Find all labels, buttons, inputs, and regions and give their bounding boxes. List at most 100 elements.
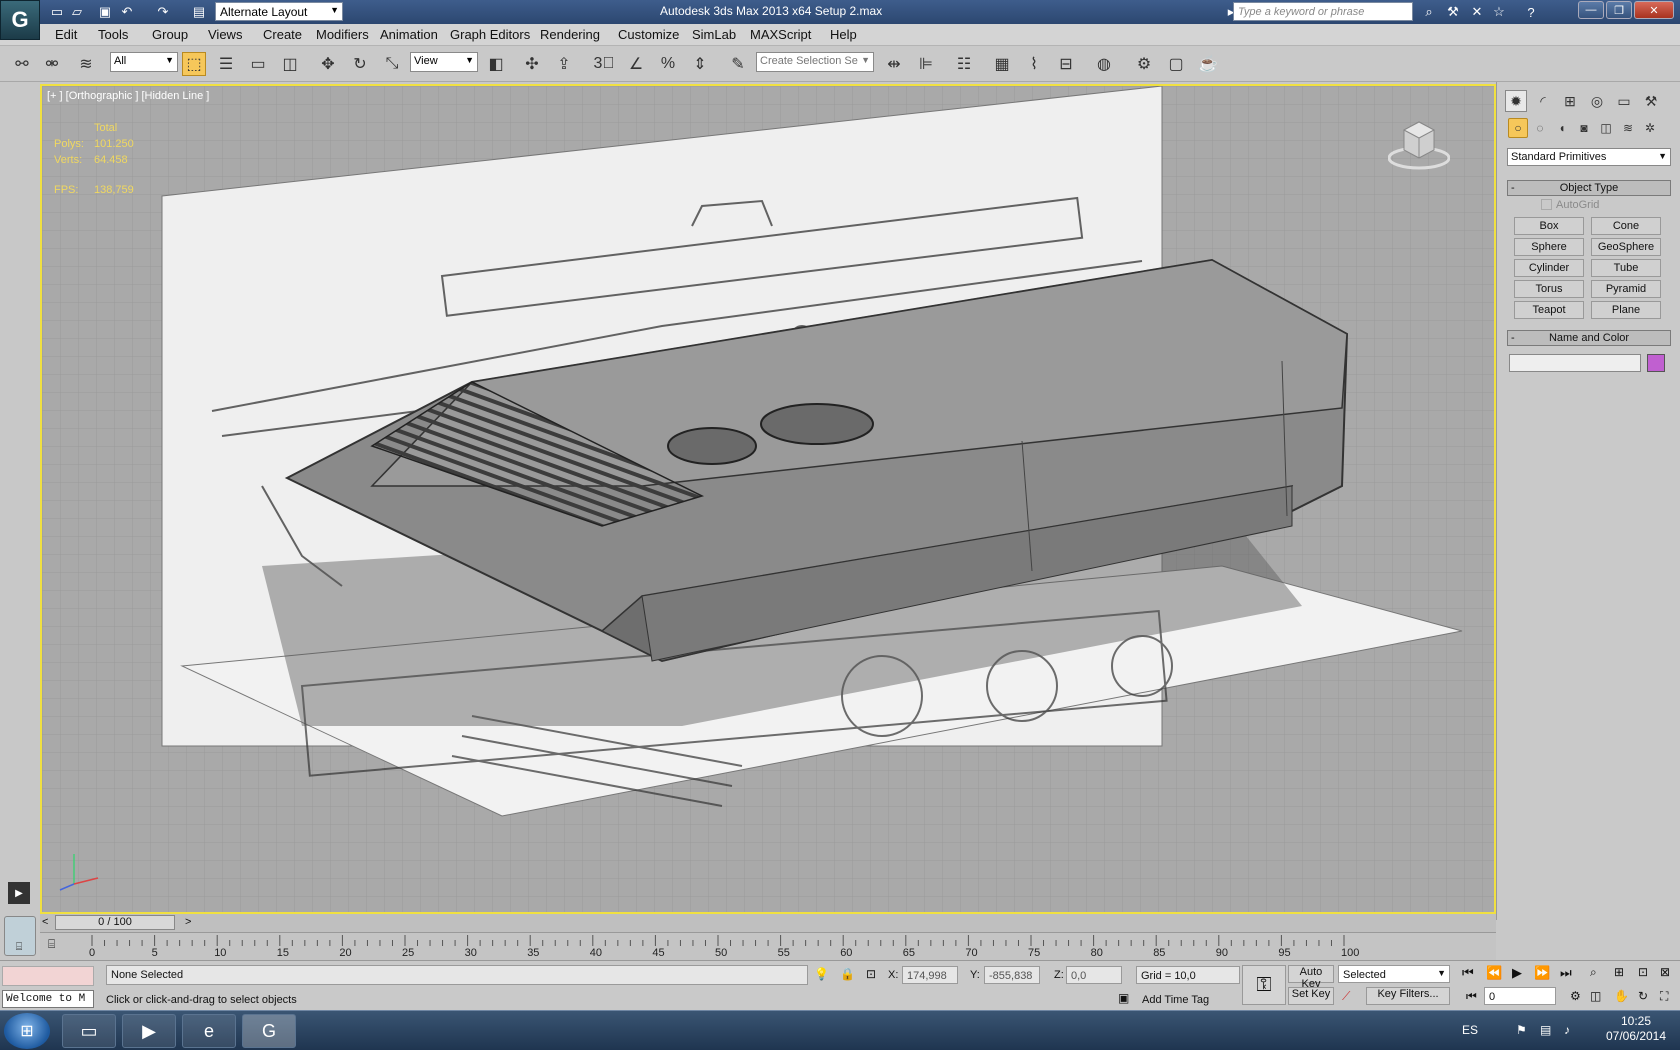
render-setup-icon[interactable]: ⚙: [1132, 52, 1156, 76]
link-icon[interactable]: ⚯: [10, 52, 34, 76]
menu-animation[interactable]: Animation: [380, 27, 438, 42]
media-player-icon[interactable]: ▶: [122, 1014, 176, 1048]
language-indicator[interactable]: ES: [1462, 1023, 1478, 1037]
redo-icon[interactable]: ↷: [154, 3, 172, 21]
viewport-label[interactable]: [+ ] [Orthographic ] [Hidden Line ]: [47, 90, 209, 102]
zoom-all-icon[interactable]: ⊞: [1614, 965, 1624, 979]
bind-space-warp-icon[interactable]: ≋: [74, 52, 98, 76]
mini-curve-editor-icon[interactable]: ⌸: [8, 938, 30, 956]
play-animation-icon[interactable]: ▶: [1512, 965, 1522, 981]
3dsmax-taskbar-icon[interactable]: G: [242, 1014, 296, 1048]
category-dropdown[interactable]: Standard Primitives ▼: [1507, 148, 1671, 166]
select-object-icon[interactable]: ⬚: [182, 52, 206, 76]
menu-customize[interactable]: Customize: [618, 27, 679, 42]
cylinder-button[interactable]: Cylinder: [1514, 259, 1584, 277]
menu-tools[interactable]: Tools: [98, 27, 128, 42]
field-of-view-icon[interactable]: ◫: [1590, 989, 1601, 1003]
menu-help[interactable]: Help: [830, 27, 857, 42]
go-to-end-icon[interactable]: ⏭: [1560, 965, 1572, 981]
hierarchy-tab-icon[interactable]: ⊞: [1559, 90, 1581, 112]
motion-tab-icon[interactable]: ◎: [1586, 90, 1608, 112]
zoom-extents-icon[interactable]: ⊡: [1638, 965, 1648, 979]
object-name-input[interactable]: [1509, 354, 1641, 372]
next-frame-icon[interactable]: ⏩: [1534, 965, 1550, 981]
internet-explorer-icon[interactable]: e: [182, 1014, 236, 1048]
menu-simlab[interactable]: SimLab: [692, 27, 736, 42]
app-menu-logo-icon[interactable]: G: [0, 0, 40, 40]
mirror-icon[interactable]: ⇹: [882, 52, 906, 76]
menu-group[interactable]: Group: [152, 27, 188, 42]
system-clock[interactable]: 10:25 07/06/2014: [1600, 1014, 1672, 1044]
menu-rendering[interactable]: Rendering: [540, 27, 600, 42]
menu-create[interactable]: Create: [263, 27, 302, 42]
play-icon[interactable]: ▶: [8, 882, 30, 904]
time-slider-thumb[interactable]: 0 / 100: [55, 915, 175, 930]
z-coordinate-field[interactable]: 0,0: [1066, 966, 1122, 984]
new-file-icon[interactable]: ▭: [48, 3, 66, 21]
menu-edit[interactable]: Edit: [55, 27, 77, 42]
default-tangent-icon[interactable]: ⟋: [1342, 989, 1350, 1004]
binoculars-icon[interactable]: ⌕: [1420, 3, 1438, 21]
start-button-icon[interactable]: ⊞: [4, 1013, 50, 1049]
minimize-button[interactable]: —: [1578, 1, 1604, 19]
material-editor-icon[interactable]: ◍: [1092, 52, 1116, 76]
curve-editor-icon[interactable]: ⌇: [1022, 52, 1046, 76]
plane-button[interactable]: Plane: [1591, 301, 1661, 319]
set-key-button[interactable]: Set Key: [1288, 987, 1334, 1005]
zoom-extents-all-icon[interactable]: ⊠: [1660, 965, 1670, 979]
angle-snap-icon[interactable]: ∠: [624, 52, 648, 76]
object-color-swatch[interactable]: [1647, 354, 1665, 372]
workspace-dropdown[interactable]: Alternate Layout ▼: [215, 2, 343, 21]
systems-icon[interactable]: ✲: [1640, 118, 1660, 138]
time-configuration-icon[interactable]: ⚙: [1570, 989, 1581, 1003]
viewport[interactable]: [+ ] [Orthographic ] [Hidden Line ] Tota…: [40, 84, 1496, 914]
box-button[interactable]: Box: [1514, 217, 1584, 235]
menu-graph-editors[interactable]: Graph Editors: [450, 27, 530, 42]
add-time-tag[interactable]: Add Time Tag: [1142, 994, 1209, 1006]
name-and-color-rollout-header[interactable]: - Name and Color: [1507, 330, 1671, 346]
menu-modifiers[interactable]: Modifiers: [316, 27, 369, 42]
geosphere-button[interactable]: GeoSphere: [1591, 238, 1661, 256]
modify-tab-icon[interactable]: ◜: [1532, 90, 1554, 112]
layer-manager-icon[interactable]: ☷: [952, 52, 976, 76]
snaps-toggle-icon[interactable]: 3⃣: [592, 52, 616, 76]
prev-frame-arrow-icon[interactable]: <: [42, 916, 48, 928]
cone-button[interactable]: Cone: [1591, 217, 1661, 235]
key-filters-button[interactable]: Key Filters...: [1366, 987, 1450, 1005]
pyramid-button[interactable]: Pyramid: [1591, 280, 1661, 298]
select-and-manipulate-icon[interactable]: ✣: [520, 52, 544, 76]
favorites-icon[interactable]: ☆: [1490, 3, 1508, 21]
spinner-snap-icon[interactable]: ⇕: [688, 52, 712, 76]
space-warps-icon[interactable]: ≋: [1618, 118, 1638, 138]
torus-button[interactable]: Torus: [1514, 280, 1584, 298]
lights-icon[interactable]: ◖: [1552, 118, 1572, 138]
lock-selection-icon[interactable]: 🔒: [840, 967, 855, 981]
window-crossing-icon[interactable]: ◫: [278, 52, 302, 76]
absolute-mode-icon[interactable]: ⊡: [866, 967, 876, 981]
percent-snap-icon[interactable]: %: [656, 52, 680, 76]
action-center-flag-icon[interactable]: ⚑: [1516, 1023, 1527, 1037]
select-by-name-icon[interactable]: ☰: [214, 52, 238, 76]
maxscript-macro-recorder[interactable]: [2, 966, 94, 986]
graphite-ribbon-icon[interactable]: ▦: [990, 52, 1014, 76]
cameras-icon[interactable]: ◙: [1574, 118, 1594, 138]
align-icon[interactable]: ⊫: [914, 52, 938, 76]
object-type-rollout-header[interactable]: - Object Type: [1507, 180, 1671, 196]
key-mode-dropdown[interactable]: Selected ▼: [1338, 965, 1450, 983]
helpers-icon[interactable]: ◫: [1596, 118, 1616, 138]
track-bar[interactable]: ⌸ 0 5 10 15 20 25 30 35 40 45 50 55 60 65 70 75 80 85 90 95…: [40, 932, 1496, 960]
geometry-icon[interactable]: ○: [1508, 118, 1528, 138]
autogrid-checkbox[interactable]: AutoGrid: [1541, 199, 1599, 211]
rectangular-region-icon[interactable]: ▭: [246, 52, 270, 76]
unlink-icon[interactable]: ⚮: [40, 52, 64, 76]
viewcube-icon[interactable]: [1388, 116, 1450, 172]
maxscript-mini-listener[interactable]: Welcome to M: [2, 990, 94, 1008]
auto-key-button[interactable]: Auto Key: [1288, 965, 1334, 990]
zoom-icon[interactable]: ⌕: [1590, 965, 1597, 980]
x-coordinate-field[interactable]: 174,998: [902, 966, 958, 984]
rotate-icon[interactable]: ↻: [348, 52, 372, 76]
y-coordinate-field[interactable]: -855,838: [984, 966, 1040, 984]
time-slider[interactable]: < 0 / 100 >: [40, 914, 1496, 932]
open-file-icon[interactable]: ▱: [68, 3, 86, 21]
search-input[interactable]: Type a keyword or phrase: [1233, 2, 1413, 21]
